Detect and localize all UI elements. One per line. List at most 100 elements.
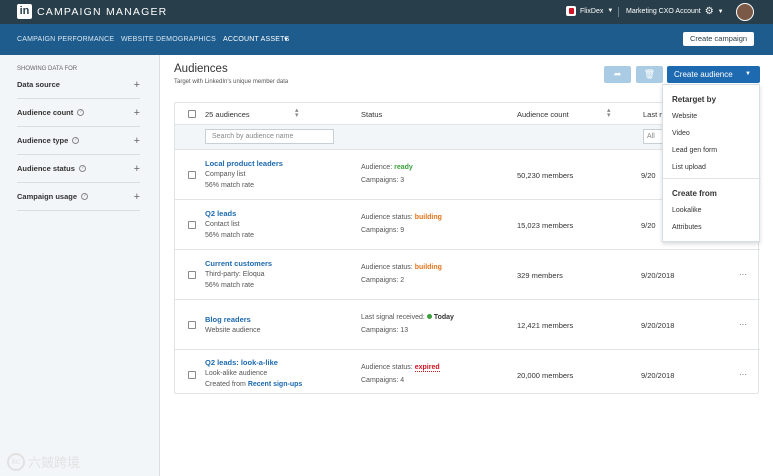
help-icon[interactable]: ? [72, 137, 80, 144]
menu-item-website[interactable]: Website [672, 113, 697, 120]
audience-name-link[interactable]: Local product leaders [205, 159, 283, 168]
audience-count: 12,421 members [517, 321, 574, 330]
trash-icon: 🗑 [643, 69, 656, 79]
filter-audience-status[interactable]: Audience status ? + [17, 155, 140, 183]
account-switcher-cxo[interactable]: Marketing CXO Account ⚙ ▼ [626, 6, 724, 17]
chevron-down-icon: ▼ [607, 8, 614, 14]
audience-status: Audience status: building [361, 214, 442, 221]
chevron-down-icon: ▼ [745, 71, 751, 77]
sort-icon[interactable]: ▴ ▾ [295, 107, 299, 119]
source-audience-link[interactable]: Recent sign-ups [248, 381, 302, 388]
last-modified: 9/20/2018 [641, 321, 675, 330]
share-button[interactable]: ➦ [604, 66, 631, 83]
campaign-count: Campaigns: 3 [361, 177, 405, 184]
row-checkbox[interactable] [188, 171, 196, 179]
audience-type: Third-party: Eloqua [205, 271, 265, 278]
row-checkbox[interactable] [188, 271, 196, 279]
date-filter-select[interactable]: All [643, 129, 663, 144]
last-modified: 9/20 [641, 221, 656, 230]
last-modified: 9/20/2018 [641, 271, 675, 280]
help-icon[interactable]: ? [78, 165, 86, 172]
table-row[interactable]: Q2 leads: look-a-like Look-alike audienc… [175, 350, 760, 400]
search-input[interactable]: Search by audience name [205, 129, 334, 144]
header-audiences: 25 audiences [205, 110, 250, 119]
watermark-text: 六皴跨境 [28, 455, 81, 470]
tab-website-demographics[interactable]: WEBSITE DEMOGRAPHICS [121, 36, 216, 43]
audience-name-link[interactable]: Blog readers [205, 315, 251, 324]
audience-status: Last signal received: Today [361, 314, 454, 321]
menu-item-video[interactable]: Video [672, 130, 690, 137]
create-audience-button[interactable]: Create audience ▼ [667, 66, 760, 83]
divider [618, 7, 619, 17]
audience-type: Website audience [205, 327, 261, 334]
table-row[interactable]: Blog readers Website audience Last signa… [175, 300, 760, 350]
gear-icon[interactable]: ⚙ [705, 6, 714, 17]
audience-extra: Created from Recent sign-ups [205, 381, 303, 388]
menu-item-lookalike[interactable]: Lookalike [672, 207, 702, 214]
plus-icon[interactable]: + [134, 191, 140, 203]
account-name: Marketing CXO Account [626, 8, 701, 15]
audience-name-link[interactable]: Q2 leads: look-a-like [205, 358, 278, 367]
sort-icon[interactable]: ▴ ▾ [607, 107, 611, 119]
audience-status: Audience: ready [361, 164, 413, 171]
audience-name-link[interactable]: Current customers [205, 259, 272, 268]
menu-divider [663, 178, 761, 179]
menu-item-list-upload[interactable]: List upload [672, 164, 706, 171]
chevron-down-icon: ▼ [717, 8, 724, 15]
filter-audience-type[interactable]: Audience type ? + [17, 127, 140, 155]
menu-item-attributes[interactable]: Attributes [672, 224, 702, 231]
header-status[interactable]: Status [361, 110, 382, 119]
page-title: Audiences [174, 63, 228, 75]
watermark-logo-icon: kc [7, 452, 25, 471]
filter-audience-count[interactable]: Audience count ? + [17, 99, 140, 127]
plus-icon[interactable]: + [134, 135, 140, 147]
campaign-count: Campaigns: 13 [361, 327, 409, 334]
table-row[interactable]: Current customers Third-party: Eloqua 56… [175, 250, 760, 300]
filter-campaign-usage[interactable]: Campaign usage ? + [17, 183, 140, 211]
create-audience-menu: Retarget by Website Video Lead gen form … [662, 84, 761, 242]
help-icon[interactable]: ? [77, 109, 85, 116]
tab-campaign-performance[interactable]: CAMPAIGN PERFORMANCE [17, 36, 114, 43]
audience-count: 50,230 members [517, 171, 574, 180]
avatar[interactable] [736, 3, 754, 21]
help-icon[interactable]: ? [81, 193, 89, 200]
audience-status: Audience status: expired [361, 364, 440, 372]
tab-account-assets[interactable]: ACCOUNT ASSETS [223, 36, 289, 43]
plus-icon[interactable]: + [134, 79, 140, 91]
row-checkbox[interactable] [188, 371, 196, 379]
plus-icon[interactable]: + [134, 163, 140, 175]
menu-item-lead-gen-form[interactable]: Lead gen form [672, 147, 717, 154]
row-checkbox[interactable] [188, 321, 196, 329]
audience-extra: 56% match rate [205, 182, 255, 189]
campaign-count: Campaigns: 2 [361, 277, 405, 284]
audience-extra: 56% match rate [205, 232, 255, 239]
campaign-count: Campaigns: 4 [361, 377, 405, 384]
campaign-count: Campaigns: 9 [361, 227, 405, 234]
last-modified: 9/20/2018 [641, 371, 675, 380]
page-subtitle: Target with LinkedIn's unique member dat… [174, 79, 289, 85]
linkedin-logo: in [17, 4, 32, 19]
top-bar: in CAMPAIGN MANAGER FlixDex ▼ Marketing … [0, 0, 773, 24]
share-icon: ➦ [613, 69, 622, 79]
watermark: kc 六皴跨境 [7, 452, 80, 471]
more-actions-icon[interactable]: ··· [739, 320, 747, 329]
header-audience-count[interactable]: Audience count [517, 110, 569, 119]
more-actions-icon[interactable]: ··· [739, 270, 747, 279]
audience-type: Contact list [205, 221, 240, 228]
row-checkbox[interactable] [188, 221, 196, 229]
audience-count: 329 members [517, 271, 563, 280]
menu-heading-create-from: Create from [672, 189, 717, 198]
app-title: CAMPAIGN MANAGER [37, 6, 168, 18]
account-name: FlixDex [580, 7, 604, 15]
plus-icon[interactable]: + [134, 107, 140, 119]
filter-data-source[interactable]: Data source + [17, 71, 140, 99]
account-switcher-flixdex[interactable]: FlixDex ▼ [566, 6, 613, 16]
status-dot-icon [426, 314, 432, 319]
menu-heading-retarget: Retarget by [672, 95, 717, 104]
more-actions-icon[interactable]: ··· [739, 370, 747, 379]
delete-button[interactable]: 🗑 [636, 66, 663, 83]
audience-name-link[interactable]: Q2 leads [205, 209, 236, 218]
create-campaign-button[interactable]: Create campaign [683, 32, 754, 46]
select-all-checkbox[interactable] [188, 110, 196, 118]
chevron-down-icon[interactable]: ▼ [283, 37, 289, 43]
